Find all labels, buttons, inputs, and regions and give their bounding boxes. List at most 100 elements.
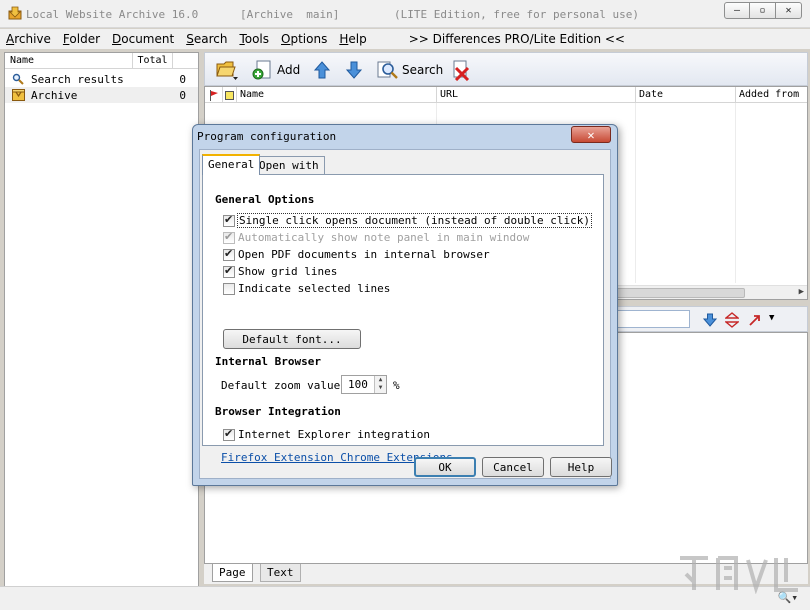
checkbox-open-pdf[interactable] bbox=[223, 247, 235, 261]
option-label: Open PDF documents in internal browser bbox=[238, 248, 490, 261]
dialog-title: Program configuration bbox=[197, 130, 337, 143]
option-open-pdf[interactable]: Open PDF documents in internal browser bbox=[223, 247, 490, 262]
column-header-total[interactable]: Total bbox=[133, 53, 173, 68]
section-heading-browser-integration: Browser Integration bbox=[215, 405, 341, 418]
tab-page[interactable]: Page bbox=[212, 564, 253, 582]
menu-archive[interactable]: Archive bbox=[0, 32, 57, 46]
tree-item-label: Archive bbox=[31, 88, 78, 102]
close-icon: ✕ bbox=[587, 127, 595, 142]
menu-tools[interactable]: Tools bbox=[233, 32, 275, 46]
note-column-header[interactable] bbox=[223, 87, 237, 103]
grid-line bbox=[635, 103, 636, 283]
option-indicate-selected-lines[interactable]: Indicate selected lines bbox=[223, 281, 390, 296]
zoom-value-stepper[interactable]: 100 ▲ ▼ bbox=[341, 375, 387, 394]
minimize-button[interactable]: — bbox=[724, 2, 750, 19]
archive-box-icon bbox=[11, 88, 25, 102]
scroll-right-icon[interactable]: ▶ bbox=[799, 287, 804, 297]
menu-help-label: elp bbox=[348, 32, 367, 46]
option-show-grid-lines[interactable]: Show grid lines bbox=[223, 264, 337, 279]
folder-dropdown-icon bbox=[215, 59, 239, 81]
option-single-click[interactable]: Single click opens document (instead of … bbox=[223, 213, 592, 228]
watermark-logo bbox=[674, 548, 804, 604]
column-header-url[interactable]: URL bbox=[437, 87, 636, 103]
note-icon bbox=[225, 90, 234, 100]
tree-item-label: Search results bbox=[31, 72, 124, 86]
ok-button[interactable]: OK bbox=[414, 457, 476, 477]
app-icon bbox=[8, 6, 22, 20]
folder-tree-panel: Name Total Search results 0 Archive 0 bbox=[4, 52, 199, 607]
find-input[interactable] bbox=[615, 310, 690, 328]
add-button[interactable]: Add bbox=[251, 58, 300, 82]
tree-item-count: 0 bbox=[179, 88, 186, 102]
window-controls: — ▫ ✕ bbox=[724, 2, 802, 20]
scrollbar-thumb[interactable] bbox=[615, 288, 745, 298]
column-header-name[interactable]: Name bbox=[237, 87, 437, 103]
checkbox-show-grid-lines[interactable] bbox=[223, 264, 235, 278]
menu-help[interactable]: Help bbox=[333, 32, 372, 46]
column-header-date[interactable]: Date bbox=[636, 87, 736, 103]
tab-open-with[interactable]: Open with bbox=[253, 156, 325, 175]
app-title: Local Website Archive 16.0 bbox=[26, 8, 199, 21]
new-folder-button[interactable] bbox=[215, 58, 239, 82]
column-header-added-from[interactable]: Added from bbox=[736, 87, 807, 103]
close-icon: ✕ bbox=[785, 5, 792, 16]
menu-differences[interactable]: >> Differences PRO/Lite Edition << bbox=[403, 32, 631, 46]
menu-archive-label: rchive bbox=[14, 32, 51, 46]
menu-document-label: ocument bbox=[121, 32, 175, 46]
tab-text[interactable]: Text bbox=[260, 564, 301, 582]
zoom-label: Default zoom value: bbox=[221, 379, 347, 392]
menu-folder[interactable]: Folder bbox=[57, 32, 106, 46]
option-label: Show grid lines bbox=[238, 265, 338, 278]
program-configuration-dialog: Program configuration ✕ General Open wit… bbox=[192, 124, 618, 486]
spin-arrows-icon[interactable]: ▲ ▼ bbox=[374, 376, 386, 393]
move-up-button[interactable] bbox=[313, 58, 331, 82]
close-button[interactable]: ✕ bbox=[776, 2, 802, 19]
menu-document[interactable]: Document bbox=[106, 32, 180, 46]
flag-column-header[interactable] bbox=[205, 87, 223, 103]
edition-label: (LITE Edition, free for personal use) bbox=[394, 8, 640, 21]
search-button[interactable]: Search bbox=[377, 58, 443, 82]
default-font-button[interactable]: Default font... bbox=[223, 329, 361, 349]
maximize-button[interactable]: ▫ bbox=[750, 2, 776, 19]
option-auto-note-panel: Automatically show note panel in main wi… bbox=[223, 230, 529, 245]
menu-search-label: earch bbox=[193, 32, 228, 46]
help-button[interactable]: Help bbox=[550, 457, 612, 477]
folder-tree-header: Name Total bbox=[5, 53, 198, 69]
checkbox-auto-note-panel bbox=[223, 230, 235, 244]
tab-general[interactable]: General bbox=[202, 154, 261, 175]
menu-bar: Archive Folder Document Search Tools Opt… bbox=[0, 29, 810, 49]
cancel-button[interactable]: Cancel bbox=[482, 457, 544, 477]
option-label: Indicate selected lines bbox=[238, 282, 391, 295]
grid-line bbox=[735, 103, 736, 283]
add-document-icon bbox=[251, 59, 273, 81]
tree-item-search-results[interactable]: Search results 0 bbox=[5, 71, 198, 87]
dialog-body: General Open with General Options Single… bbox=[199, 149, 612, 479]
menu-folder-label: older bbox=[69, 32, 101, 46]
dialog-close-button[interactable]: ✕ bbox=[571, 126, 611, 143]
find-next-icon[interactable] bbox=[703, 313, 717, 327]
option-label: Single click opens document (instead of … bbox=[237, 213, 592, 228]
search-label: Search bbox=[402, 63, 444, 77]
menu-options[interactable]: Options bbox=[275, 32, 333, 46]
open-external-icon[interactable] bbox=[747, 312, 763, 328]
option-label: Automatically show note panel in main wi… bbox=[238, 231, 530, 244]
checkbox-single-click[interactable] bbox=[223, 213, 235, 227]
title-bar: Local Website Archive 16.0 [Archive main… bbox=[0, 0, 810, 28]
zoom-value: 100 bbox=[348, 378, 368, 391]
tree-item-archive[interactable]: Archive 0 bbox=[5, 87, 198, 103]
flag-icon bbox=[209, 89, 218, 101]
delete-icon bbox=[451, 59, 471, 81]
menu-search-mnemonic: S bbox=[186, 32, 194, 46]
checkbox-ie-integration[interactable] bbox=[223, 427, 235, 441]
menu-search[interactable]: Search bbox=[180, 32, 233, 46]
column-header-name[interactable]: Name bbox=[5, 53, 133, 68]
move-down-button[interactable] bbox=[345, 58, 363, 82]
maximize-icon: ▫ bbox=[759, 5, 766, 16]
option-ie-integration[interactable]: Internet Explorer integration bbox=[223, 427, 430, 442]
checkbox-indicate-selected-lines[interactable] bbox=[223, 282, 235, 295]
delete-button[interactable] bbox=[451, 58, 471, 82]
dropdown-arrow-icon[interactable]: ▼ bbox=[769, 313, 774, 323]
arrow-down-icon bbox=[345, 60, 363, 80]
find-both-icon[interactable] bbox=[725, 312, 739, 328]
watermark-graphic bbox=[680, 556, 798, 595]
